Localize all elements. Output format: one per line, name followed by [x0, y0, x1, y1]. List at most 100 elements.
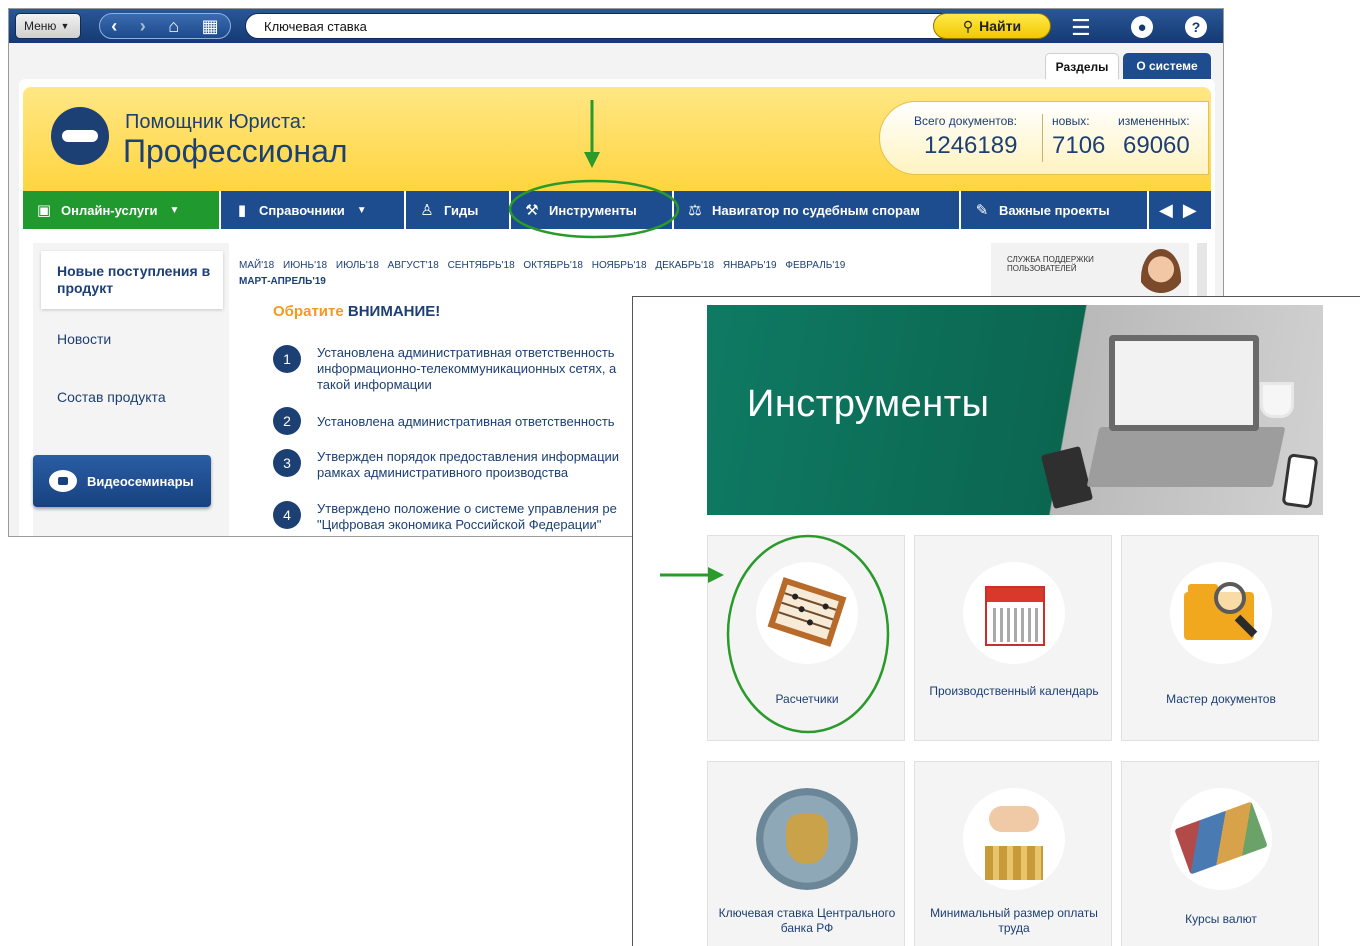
hand-image [989, 806, 1039, 832]
hamburger-menu-icon[interactable]: ☰ [1071, 15, 1091, 41]
tools-window: Инструменты Расчетчики Производственный … [632, 296, 1360, 946]
help-icon[interactable]: ? [1185, 16, 1207, 38]
new-arrivals-title: Новые поступления в продукт [57, 263, 211, 296]
find-button-label: Найти [979, 18, 1022, 34]
scroll-left-icon[interactable]: ◀ [1159, 200, 1173, 221]
laptop-image [1109, 335, 1259, 431]
news-number: 1 [273, 345, 301, 373]
grid-apps-icon[interactable]: ▦ [202, 16, 219, 37]
menu-guides[interactable]: ♙ Гиды [406, 191, 511, 229]
notebook-image [1040, 445, 1094, 510]
search-input[interactable]: Ключевая ставка [245, 13, 945, 39]
tile-label: Мастер документов [1166, 692, 1276, 706]
menu-scroll-controls: ◀ ▶ [1149, 191, 1207, 229]
changed-docs-label: измененных: [1118, 114, 1190, 128]
top-toolbar: Меню ▼ ‹ › ⌂ ▦ Ключевая ставка ⚲ Найти ☰… [9, 9, 1223, 43]
navigation-controls: ‹ › ⌂ ▦ [99, 13, 231, 39]
video-seminars-button[interactable]: Видеосеминары [33, 455, 211, 507]
chevron-down-icon: ▼ [169, 204, 180, 216]
phone-image [1281, 453, 1319, 509]
menu-button-label: Меню [24, 19, 57, 33]
banknotes-icon [1170, 788, 1272, 890]
document-stats: Всего документов: 1246189 новых: 7106 из… [879, 101, 1209, 175]
tile-key-rate[interactable]: Ключевая ставка Центрального банка РФ [707, 761, 905, 946]
calendar-image [985, 586, 1045, 646]
menu-references-label: Справочники [259, 202, 345, 218]
tile-production-calendar[interactable]: Производственный календарь [914, 535, 1112, 741]
tile-label: Производственный календарь [929, 684, 1099, 698]
menu-online-services-label: Онлайн-услуги [61, 202, 158, 218]
months-list[interactable]: МАЙ'18 ИЮНЬ'18 ИЮЛЬ'18 АВГУСТ'18 СЕНТЯБР… [239, 259, 939, 273]
total-docs-value: 1246189 [924, 132, 1018, 159]
tools-title: Инструменты [747, 383, 990, 425]
search-icon: ⚲ [962, 17, 974, 34]
tile-calculators[interactable]: Расчетчики [707, 535, 905, 741]
product-header: Помощник Юриста: Профессионал Всего доку… [23, 87, 1211, 199]
coins-image [985, 846, 1043, 880]
left-panel-composition[interactable]: Состав продукта [57, 389, 166, 405]
tile-label: Ключевая ставка Центрального банка РФ [718, 906, 896, 935]
menu-important-projects[interactable]: ✎ Важные проекты [961, 191, 1149, 229]
chevron-down-icon: ▼ [60, 21, 70, 31]
tab-about[interactable]: О системе [1123, 53, 1211, 79]
menu-court-navigator[interactable]: ⚖ Навигатор по судебным спорам [674, 191, 961, 229]
find-button[interactable]: ⚲ Найти [933, 13, 1051, 39]
forward-arrow-icon[interactable]: › [140, 16, 146, 37]
tile-label: Курсы валют [1185, 912, 1257, 926]
folder-magnifier-icon [1170, 562, 1272, 664]
abacus-image [767, 577, 847, 647]
chevron-down-icon: ▼ [356, 204, 367, 216]
left-panel-news[interactable]: Новости [57, 331, 111, 347]
user-icon[interactable]: ● [1131, 16, 1153, 38]
book-icon: ▮ [237, 202, 247, 219]
product-logo [51, 107, 109, 165]
monitor-icon: ▣ [36, 202, 52, 219]
news-item[interactable]: Утвержден порядок предоставления информа… [317, 449, 647, 481]
tile-exchange-rates[interactable]: Курсы валют [1121, 761, 1319, 946]
months-current[interactable]: МАРТ-АПРЕЛЬ'19 [239, 276, 326, 287]
search-input-value: Ключевая ставка [264, 18, 367, 34]
tab-about-label: О системе [1136, 59, 1198, 73]
coins-hand-icon [963, 788, 1065, 890]
tile-document-master[interactable]: Мастер документов [1121, 535, 1319, 741]
abacus-icon [756, 562, 858, 664]
tools-icon: ⚒ [525, 202, 539, 219]
notice-word2: ВНИМАНИЕ! [347, 303, 441, 320]
news-item[interactable]: Установлена административная ответственн… [317, 345, 647, 393]
news-number: 4 [273, 501, 301, 529]
menu-guides-label: Гиды [444, 202, 479, 218]
changed-docs-value[interactable]: 69060 [1123, 132, 1190, 160]
menu-court-navigator-label: Навигатор по судебным спорам [712, 202, 920, 218]
menu-online-services[interactable]: ▣ Онлайн-услуги ▼ [23, 191, 221, 229]
product-name-line2: Профессионал [123, 133, 348, 169]
news-number: 2 [273, 407, 301, 435]
stats-divider [1042, 114, 1043, 162]
tile-label: Расчетчики [775, 692, 839, 706]
magnifier-image [1214, 582, 1246, 614]
video-camera-icon [49, 470, 77, 492]
banknotes-image [1174, 801, 1268, 875]
news-item[interactable]: Утверждено положение о системе управлени… [317, 501, 647, 533]
menu-button[interactable]: Меню ▼ [15, 13, 81, 39]
total-docs-label: Всего документов: [914, 114, 1018, 128]
central-bank-emblem-image [756, 788, 858, 890]
tools-banner: Инструменты [707, 305, 1323, 515]
new-docs-value[interactable]: 7106 [1052, 132, 1105, 160]
tile-minimum-wage[interactable]: Минимальный размер оплаты труда [914, 761, 1112, 946]
menu-tools[interactable]: ⚒ Инструменты [511, 191, 674, 229]
person-guide-icon: ♙ [420, 202, 434, 219]
scroll-right-icon[interactable]: ▶ [1183, 200, 1197, 221]
calendar-icon [963, 562, 1065, 664]
laptop-keyboard-image [1086, 427, 1286, 487]
product-name-line1: Помощник Юриста: [125, 111, 307, 133]
new-docs-label: новых: [1052, 114, 1090, 128]
menu-references[interactable]: ▮ Справочники ▼ [221, 191, 406, 229]
notice-word1: Обратите [273, 303, 344, 320]
home-icon[interactable]: ⌂ [168, 16, 179, 37]
tab-sections[interactable]: Разделы [1045, 53, 1119, 79]
back-arrow-icon[interactable]: ‹ [111, 16, 117, 37]
tile-label: Минимальный размер оплаты труда [930, 906, 1098, 935]
central-bank-emblem-icon [756, 788, 858, 890]
news-item[interactable]: Установлена административная ответственн… [317, 414, 647, 430]
menu-important-projects-label: Важные проекты [999, 202, 1110, 218]
